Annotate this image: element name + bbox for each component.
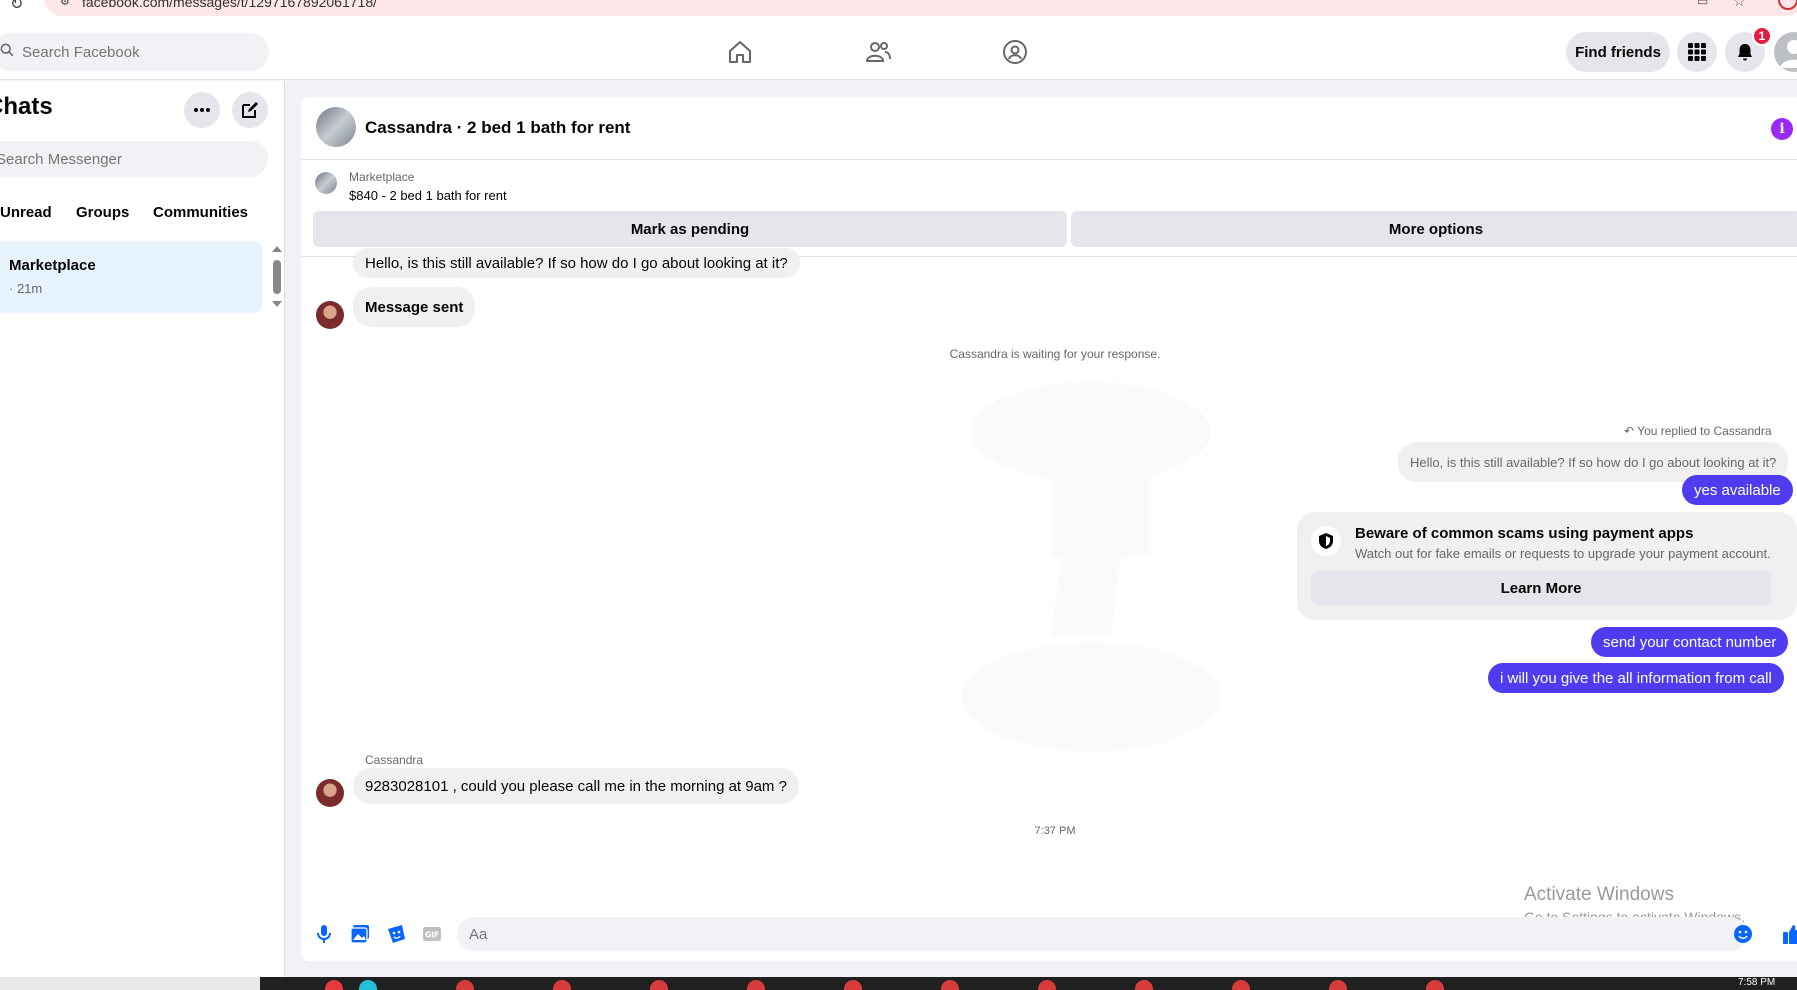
learn-more-button[interactable]: Learn More <box>1311 571 1771 605</box>
shield-icon <box>1311 526 1341 556</box>
menu-button[interactable] <box>1677 32 1717 72</box>
info-icon[interactable]: i <box>1771 118 1793 140</box>
listing-avatar[interactable] <box>316 107 356 147</box>
background-watermark <box>961 382 1221 752</box>
more-dots-icon <box>194 108 210 112</box>
like-thumb-icon[interactable] <box>1781 922 1797 946</box>
friends-icon[interactable] <box>864 38 892 66</box>
groups-icon[interactable] <box>1001 38 1029 66</box>
marketplace-listing-bar: Marketplace $840 - 2 bed 1 bath for rent… <box>301 161 1797 257</box>
incoming-message[interactable]: Hello, is this still available? If so ho… <box>353 248 800 278</box>
taskbar-app-icon[interactable] <box>1329 980 1347 990</box>
find-friends-button[interactable]: Find friends <box>1566 32 1670 72</box>
facebook-search-input[interactable] <box>22 33 252 71</box>
scroll-up-arrow[interactable] <box>272 246 282 252</box>
sender-name: Cassandra <box>365 753 424 767</box>
activation-title: Activate Windows <box>1524 884 1674 905</box>
incoming-message[interactable]: 9283028101 , could you please call me in… <box>353 768 799 804</box>
outgoing-message[interactable]: send your contact number <box>1591 627 1789 657</box>
facebook-header: Find friends 1 <box>0 18 1797 80</box>
microphone-icon[interactable] <box>313 923 335 945</box>
taskbar-app-icon[interactable] <box>941 980 959 990</box>
taskbar-app-icon[interactable] <box>650 980 668 990</box>
url-text[interactable]: facebook.com/messages/t/1297167892061718… <box>82 0 377 10</box>
facebook-search-box[interactable] <box>0 33 269 71</box>
account-avatar[interactable] <box>1774 32 1797 72</box>
scam-warning-title: Beware of common scams using payment app… <box>1355 525 1694 542</box>
taskbar-app-icon[interactable] <box>456 980 474 990</box>
conversation-title: Marketplace <box>9 257 96 274</box>
photo-icon[interactable] <box>349 923 371 945</box>
bell-icon <box>1738 44 1752 61</box>
scam-warning-card: Beware of common scams using payment app… <box>1297 512 1797 620</box>
default-avatar-icon <box>1780 40 1797 68</box>
replied-label-text: You replied to Cassandra <box>1637 424 1772 438</box>
gif-icon[interactable]: GIF <box>421 923 443 945</box>
reload-icon[interactable]: ↻ <box>10 0 23 14</box>
compose-icon <box>242 102 258 118</box>
site-info-icon[interactable]: ⚙ <box>60 0 70 8</box>
bookmark-star-icon[interactable]: ☆ <box>1733 0 1746 10</box>
taskbar-app-icon[interactable] <box>553 980 571 990</box>
conversation-item-marketplace[interactable]: Marketplace · 21m <box>0 241 262 313</box>
chat-options-button[interactable] <box>184 92 220 128</box>
contact-avatar[interactable] <box>316 779 344 807</box>
chats-sidebar: Chats Unread Groups Communities Marketpl… <box>0 81 285 977</box>
scroll-down-arrow[interactable] <box>272 301 282 307</box>
taskbar-app-icon[interactable] <box>325 980 343 990</box>
waiting-note: Cassandra is waiting for your response. <box>949 347 1161 361</box>
taskbar-app-icon[interactable] <box>359 980 377 990</box>
message-input[interactable] <box>457 917 1747 951</box>
taskbar-app-icon[interactable] <box>1232 980 1250 990</box>
listing-source: Marketplace <box>349 170 415 184</box>
more-options-button[interactable]: More options <box>1071 211 1797 247</box>
search-icon <box>0 43 14 57</box>
outgoing-message[interactable]: yes available <box>1682 475 1793 505</box>
mark-as-pending-button[interactable]: Mark as pending <box>313 211 1067 247</box>
taskbar-app-icon[interactable] <box>1135 980 1153 990</box>
message-timestamp: 7:37 PM <box>1034 825 1076 837</box>
notification-count-badge: 1 <box>1752 26 1772 46</box>
incoming-message[interactable]: Message sent <box>353 287 476 327</box>
taskbar-app-icon[interactable] <box>1426 980 1444 990</box>
svg-text:GIF: GIF <box>425 931 439 940</box>
tab-groups[interactable]: Groups <box>76 204 129 221</box>
scam-warning-text: Watch out for fake emails or requests to… <box>1355 546 1771 561</box>
conversation-header: Cassandra · 2 bed 1 bath for rent i <box>301 97 1797 160</box>
taskbar-app-icon[interactable] <box>844 980 862 990</box>
contact-avatar[interactable] <box>316 301 344 329</box>
home-icon[interactable] <box>726 38 754 66</box>
taskbar-clock[interactable]: 7:58 PM <box>1738 977 1775 988</box>
conversation-time: · 21m <box>9 281 43 296</box>
grid-menu-icon <box>1688 43 1706 61</box>
tab-unread[interactable]: Unread <box>0 204 52 221</box>
replied-label: ↶ You replied to Cassandra <box>1624 424 1772 438</box>
listing-thumbnail[interactable] <box>315 172 337 194</box>
taskbar-app-icon[interactable] <box>747 980 765 990</box>
taskbar-search-area[interactable] <box>0 977 260 990</box>
tab-communities[interactable]: Communities <box>153 204 248 221</box>
conversation-title[interactable]: Cassandra · 2 bed 1 bath for rent <box>365 118 630 138</box>
windows-taskbar: 7:58 PM <box>0 977 1797 990</box>
chats-title: Chats <box>0 93 53 120</box>
taskbar-app-icon[interactable] <box>1038 980 1056 990</box>
browser-url-bar: ↻ ⚙ facebook.com/messages/t/129716789206… <box>0 0 1797 18</box>
emoji-icon[interactable] <box>1733 924 1753 944</box>
message-composer: GIF <box>301 907 1797 961</box>
new-message-button[interactable] <box>232 92 268 128</box>
conversation-panel: Cassandra · 2 bed 1 bath for rent i Mark… <box>301 97 1797 961</box>
sticker-icon[interactable] <box>385 923 407 945</box>
sidebar-scrollbar[interactable] <box>273 260 281 294</box>
messenger-search-input[interactable] <box>0 141 256 177</box>
outgoing-message[interactable]: i will you give the all information from… <box>1488 663 1784 693</box>
messenger-search-box[interactable] <box>0 141 268 177</box>
install-app-icon[interactable]: ▭ <box>1697 0 1708 8</box>
listing-description[interactable]: $840 - 2 bed 1 bath for rent <box>349 188 507 203</box>
reply-arrow-icon: ↶ <box>1624 424 1638 438</box>
